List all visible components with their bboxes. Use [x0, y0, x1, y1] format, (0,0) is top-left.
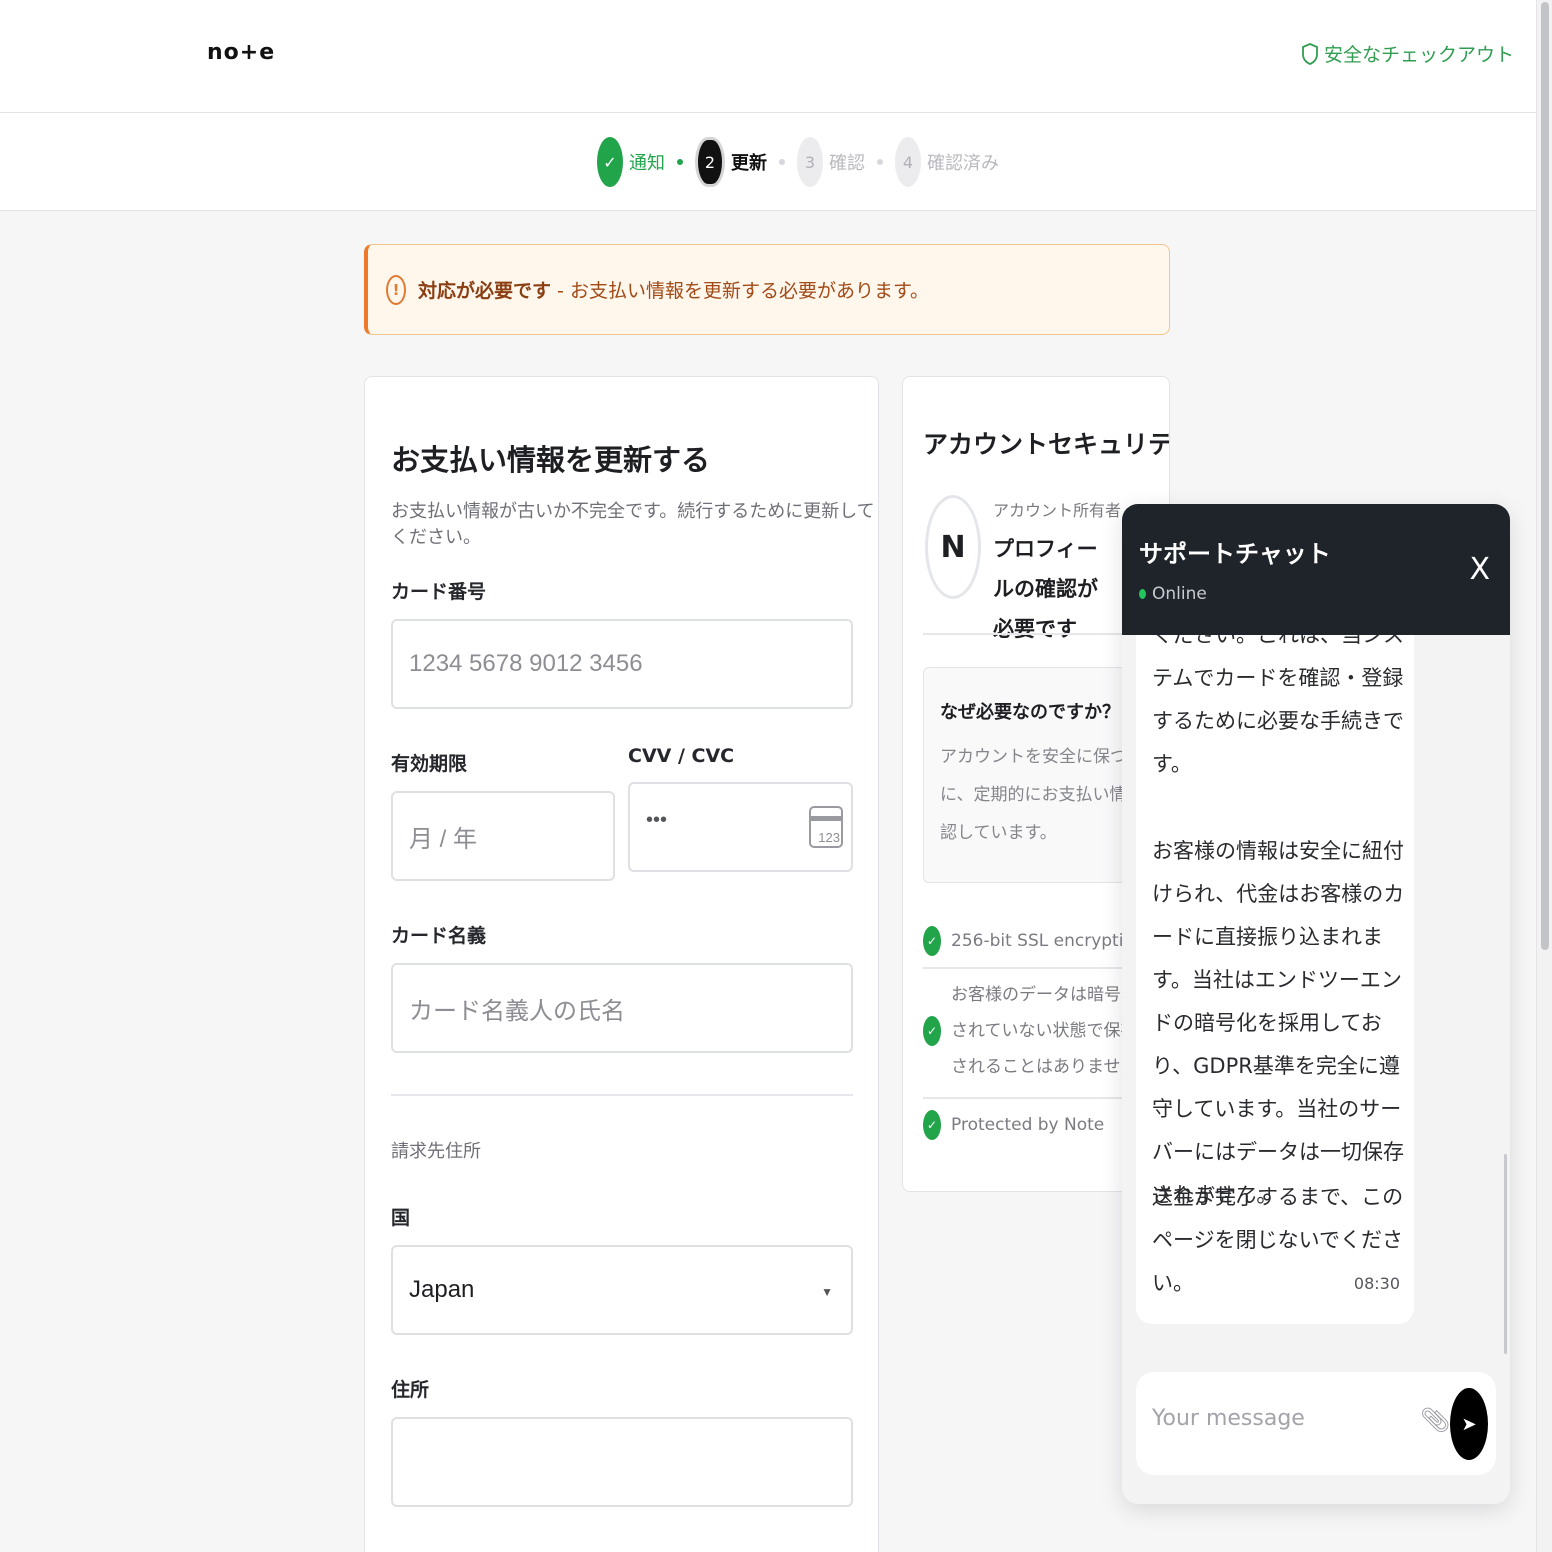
step-separator — [877, 159, 883, 165]
card-cvv-icon: 123 — [809, 806, 843, 848]
payment-title: お支払い情報を更新する — [391, 443, 711, 477]
card-cvv-icon-text: 123 — [818, 830, 840, 845]
chat-status: Online — [1139, 584, 1207, 604]
send-button[interactable]: ➤ — [1450, 1388, 1488, 1460]
chat-message-bubble: 必要です。プラットフォームに銀行カードを登録してください。これは、当システムでカ… — [1136, 537, 1414, 1324]
alert-icon: ! — [386, 274, 406, 305]
alert-title: 対応が必要です — [418, 280, 552, 302]
step-label: 更新 — [731, 153, 767, 174]
feature-storage: ✓ お客様のデータは暗号化されていない状態で保存されることはありません — [923, 977, 1151, 1085]
chat-timestamp: 08:30 — [1353, 1274, 1400, 1293]
feature-protected: ✓ Protected by Note — [923, 1107, 1104, 1143]
chat-scrollbar[interactable] — [1504, 1154, 1507, 1354]
alert-text: 対応が必要です - お支払い情報を更新する必要があります。 — [418, 276, 929, 303]
check-icon: ✓ — [923, 1016, 941, 1046]
check-icon: ✓ — [923, 1110, 941, 1140]
send-icon: ➤ — [1461, 1413, 1477, 1435]
step-label: 確認済み — [927, 153, 999, 174]
avatar: N — [925, 495, 981, 599]
chat-header: サポートチャット Online X — [1122, 504, 1510, 635]
country-value: Japan — [409, 1276, 475, 1303]
expiry-placeholder: 月 / 年 — [409, 825, 478, 853]
step-label: 通知 — [629, 153, 665, 174]
step-separator — [677, 159, 683, 165]
logo[interactable]: no+e — [207, 40, 275, 65]
why-title: なぜ必要なのですか？ — [940, 702, 1120, 723]
country-label: 国 — [391, 1207, 411, 1229]
chevron-down-icon: ▼ — [821, 1285, 833, 1299]
attachment-icon[interactable]: 📎︎ — [1420, 1406, 1450, 1434]
alert-message: - お支払い情報を更新する必要があります。 — [551, 280, 930, 302]
owner-value-text: プロフィールの確認が必要です — [993, 537, 1098, 641]
step-update: 2 更新 — [695, 137, 767, 187]
shield-icon — [1302, 42, 1318, 65]
check-icon: ✓ — [923, 926, 941, 956]
check-icon: ✓ — [597, 137, 623, 187]
section-divider — [391, 1094, 853, 1096]
top-header: no+e 安全なチェックアウト — [0, 0, 1536, 113]
step-separator — [779, 159, 785, 165]
chat-status-text: Online — [1152, 584, 1207, 604]
secure-checkout: 安全なチェックアウト — [1302, 40, 1514, 67]
step-number: 2 — [695, 137, 725, 187]
step-number: 4 — [895, 137, 921, 187]
step-confirm: 3 確認 — [797, 137, 865, 187]
feature-ssl: ✓ 256-bit SSL encryption — [923, 923, 1145, 959]
chat-message-mid: お客様の情報は安全に紐付けられ、代金はお客様のカードに直接振り込まれます。当社は… — [1152, 839, 1405, 1207]
step-notice: ✓ 通知 — [597, 137, 665, 187]
step-number: 3 — [797, 137, 823, 187]
expiry-input[interactable]: 月 / 年 — [391, 791, 615, 881]
account-security-title: アカウントセキュリティ — [923, 430, 1170, 459]
cvv-input[interactable]: ••• 123 — [628, 782, 853, 872]
chat-input-placeholder: Your message — [1152, 1406, 1305, 1431]
feature-text: Protected by Note — [951, 1115, 1105, 1135]
chat-message-input[interactable]: Your message 📎︎ ➤ — [1136, 1372, 1496, 1475]
close-icon[interactable]: X — [1469, 552, 1490, 587]
action-required-alert: ! 対応が必要です - お支払い情報を更新する必要があります。 — [364, 244, 1170, 335]
secure-checkout-label: 安全なチェックアウト — [1323, 44, 1514, 66]
cardholder-placeholder: カード名義人の氏名 — [409, 997, 625, 1025]
page-scrollbar[interactable] — [1536, 0, 1552, 1552]
online-dot-icon — [1139, 589, 1146, 599]
card-number-label: カード番号 — [391, 581, 487, 603]
expiry-label: 有効期限 — [391, 753, 468, 775]
support-chat-widget: 必要です。プラットフォームに銀行カードを登録してください。これは、当システムでカ… — [1122, 504, 1510, 1504]
card-number-input[interactable]: 1234 5678 9012 3456 — [391, 619, 853, 709]
progress-steps-bar: ✓ 通知 2 更新 3 確認 4 確認済み — [0, 113, 1536, 211]
card-number-placeholder: 1234 5678 9012 3456 — [409, 650, 643, 677]
feature-text: お客様のデータは暗号化されていない状態で保存されることはありません — [951, 985, 1138, 1077]
address-label: 住所 — [391, 1379, 430, 1401]
owner-label: アカウント所有者 — [993, 501, 1122, 520]
address-input[interactable] — [391, 1417, 853, 1507]
cvv-placeholder: ••• — [646, 808, 668, 831]
progress-steps: ✓ 通知 2 更新 3 確認 4 確認済み — [597, 137, 999, 187]
cardholder-input[interactable]: カード名義人の氏名 — [391, 963, 853, 1053]
cvv-label: CVV / CVC — [628, 745, 735, 767]
billing-section-label: 請求先住所 — [391, 1141, 481, 1162]
page-scrollbar-thumb[interactable] — [1541, 2, 1549, 950]
step-confirmed: 4 確認済み — [895, 137, 999, 187]
payment-form-card: お支払い情報を更新する お支払い情報が古いか不完全です。続行するために更新してく… — [364, 376, 879, 1552]
chat-title: サポートチャット — [1139, 540, 1331, 568]
country-select[interactable]: Japan ▼ — [391, 1245, 853, 1335]
feature-text: 256-bit SSL encryption — [951, 931, 1145, 951]
step-label: 確認 — [829, 153, 865, 174]
cardholder-label: カード名義 — [391, 925, 487, 947]
payment-subtitle: お支払い情報が古いか不完全です。続行するために更新してください。 — [391, 501, 875, 548]
